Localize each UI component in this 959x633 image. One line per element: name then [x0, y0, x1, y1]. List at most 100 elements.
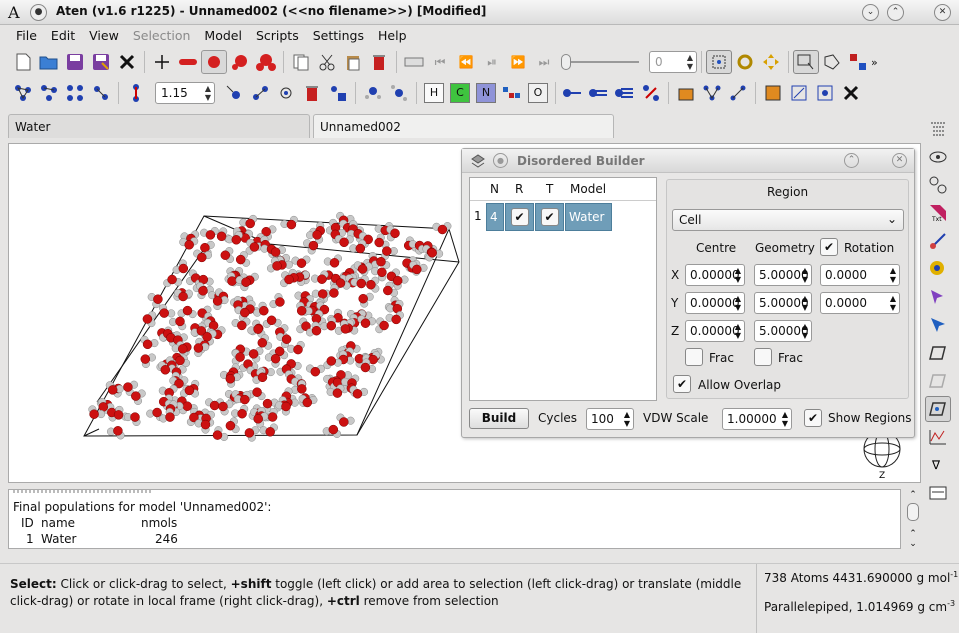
oxygen-atom[interactable]	[253, 324, 263, 334]
oxygen-atom[interactable]	[272, 261, 282, 271]
oxygen-atom[interactable]	[262, 398, 273, 409]
oxygen-atom[interactable]	[153, 294, 163, 304]
region-select[interactable]: Cell ⌄	[672, 209, 904, 231]
row-model-cell[interactable]: Water	[565, 203, 612, 231]
geometry-frac-checkbox[interactable]	[754, 348, 772, 366]
oxygen-atom[interactable]	[182, 305, 193, 316]
oxygen-atom[interactable]	[332, 388, 343, 398]
console-scrollbar[interactable]: ⌃ ⌃ ⌄	[905, 489, 921, 549]
disorder-icon[interactable]	[925, 396, 951, 422]
scroll-thumb[interactable]	[907, 503, 919, 521]
menu-settings[interactable]: Settings	[307, 25, 372, 47]
oxygen-atom[interactable]	[131, 391, 141, 401]
oxygen-atom[interactable]	[248, 349, 259, 359]
cell-transform-icon[interactable]	[925, 340, 951, 366]
trajectory-icon[interactable]	[401, 50, 427, 74]
scale-spinbox[interactable]: 1.15 ▲ ▼	[155, 82, 215, 104]
oxygen-atom[interactable]	[212, 430, 223, 440]
fold-molecules-icon[interactable]	[786, 81, 812, 105]
oxygen-atom[interactable]	[360, 362, 371, 373]
build-button[interactable]: Build	[469, 408, 529, 429]
transmute-icon[interactable]	[325, 81, 351, 105]
oxygen-atom[interactable]	[184, 240, 194, 250]
calc-bonds-icon[interactable]	[699, 81, 725, 105]
oxygen-atom[interactable]	[175, 355, 185, 366]
oxygen-atom[interactable]	[270, 247, 281, 257]
oxygen-atom[interactable]	[220, 250, 231, 260]
oxygen-atom[interactable]	[317, 289, 328, 299]
oxygen-atom[interactable]	[175, 316, 185, 327]
oxygen-atom[interactable]	[275, 297, 285, 307]
save-icon[interactable]	[62, 50, 88, 74]
rotation-y-input[interactable]: 0.0000 ▲ ▼	[820, 292, 900, 314]
next-frame-icon[interactable]: ⏩	[505, 50, 531, 74]
oxygen-atom[interactable]	[308, 240, 319, 251]
oxygen-atom[interactable]	[182, 401, 193, 411]
centre-y-input[interactable]: 0.00000 ▲ ▼	[685, 292, 745, 314]
frame-slider[interactable]	[561, 52, 639, 72]
menu-file[interactable]: File	[10, 25, 45, 47]
oxygen-atom[interactable]	[235, 254, 246, 265]
lasso-select-icon[interactable]	[819, 50, 845, 74]
oxygen-atom[interactable]	[197, 252, 207, 263]
copy-icon[interactable]	[288, 50, 314, 74]
oxygen-atom[interactable]	[177, 344, 188, 354]
scroll-up-icon[interactable]: ⌃	[905, 489, 921, 501]
oxygen-atom[interactable]	[358, 293, 368, 304]
allow-overlap-checkbox[interactable]: ✔	[673, 375, 691, 393]
add-hydrogen-all-icon[interactable]	[386, 81, 412, 105]
maximize-button[interactable]: ⌃	[887, 4, 904, 21]
row-r-cell[interactable]: ✔	[505, 203, 534, 231]
oxygen-atom[interactable]	[198, 286, 208, 296]
oxygen-atom[interactable]	[231, 235, 242, 245]
measure-distance-icon[interactable]	[123, 81, 149, 105]
oxygen-atom[interactable]	[89, 409, 99, 419]
delete-atom-icon[interactable]	[299, 81, 325, 105]
oxygen-atom[interactable]	[237, 408, 247, 419]
position-icon[interactable]	[925, 256, 951, 282]
delete-icon[interactable]	[366, 50, 392, 74]
oxygen-atom[interactable]	[265, 427, 275, 437]
oxygen-atom[interactable]	[355, 243, 366, 254]
oxygen-atom[interactable]	[160, 365, 171, 375]
oxygen-atom[interactable]	[225, 374, 236, 384]
scroll-down-icon[interactable]: ⌄	[905, 539, 921, 549]
row-t-cell[interactable]: ✔	[535, 203, 564, 231]
oxygen-atom[interactable]	[218, 401, 228, 412]
row-n-cell[interactable]: 4	[486, 203, 504, 231]
oxygen-atom[interactable]	[107, 385, 118, 395]
oxygen-atom[interactable]	[360, 318, 371, 328]
oxygen-atom[interactable]	[257, 338, 268, 348]
draw-atom-icon[interactable]	[221, 81, 247, 105]
centre-frac-checkbox[interactable]	[685, 348, 703, 366]
oxygen-atom[interactable]	[216, 231, 227, 242]
play-icon[interactable]: ⏯	[479, 50, 505, 74]
geometry-icon[interactable]: Txt	[925, 200, 951, 226]
oxygen-atom[interactable]	[245, 218, 255, 229]
oxygen-atom[interactable]	[113, 410, 124, 420]
oxygen-atom[interactable]	[237, 320, 247, 331]
oxygen-atom[interactable]	[225, 420, 236, 431]
oxygen-atom[interactable]	[302, 397, 313, 408]
command-icon[interactable]	[925, 480, 951, 506]
more-tools-icon[interactable]: »	[871, 56, 885, 69]
oxygen-atom[interactable]	[437, 224, 448, 235]
rotate-mode-icon[interactable]	[732, 50, 758, 74]
oxygen-atom[interactable]	[142, 314, 153, 324]
oxygen-atom[interactable]	[270, 353, 281, 364]
draw-ball-stick-icon[interactable]	[253, 50, 279, 74]
vdw-scale-spinbox[interactable]: 1.00000 ▲ ▼	[722, 408, 792, 430]
rotation-checkbox[interactable]: ✔	[820, 238, 838, 256]
draw-scaled-icon[interactable]	[227, 50, 253, 74]
oxygen-atom[interactable]	[383, 285, 393, 296]
translate-checkbox[interactable]: ✔	[540, 208, 559, 226]
menu-view[interactable]: View	[83, 25, 127, 47]
oxygen-atom[interactable]	[328, 424, 339, 435]
oxygen-atom[interactable]	[339, 237, 349, 248]
periodic-table-icon[interactable]	[499, 81, 525, 105]
draw-stick-icon[interactable]	[149, 50, 175, 74]
draw-tube-icon[interactable]	[175, 50, 201, 74]
oxygen-atom[interactable]	[159, 308, 169, 318]
transform-icon[interactable]	[925, 228, 951, 254]
oxygen-atom[interactable]	[357, 264, 368, 274]
